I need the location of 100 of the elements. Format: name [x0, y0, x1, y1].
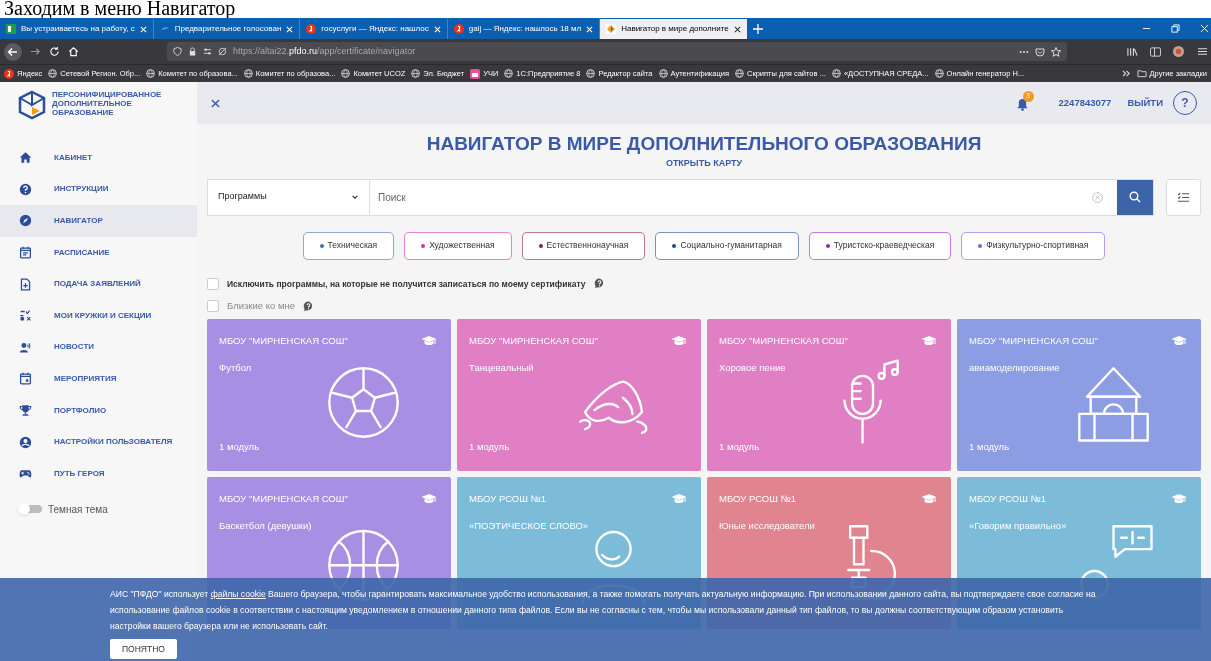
tab-title: Навигатор в мире дополните — [621, 23, 729, 35]
sidebar-item[interactable]: МЕРОПРИЯТИЯ — [0, 363, 197, 395]
logout-link[interactable]: ВЫЙТИ — [1127, 95, 1163, 111]
globe-icon — [658, 69, 668, 78]
program-name: «ПОЭТИЧЕСКОЕ СЛОВО» — [469, 518, 589, 533]
reload-icon[interactable] — [49, 46, 60, 57]
help-icon — [19, 182, 32, 196]
close-icon[interactable] — [211, 98, 220, 108]
restore-icon[interactable] — [1171, 24, 1180, 33]
checkbox[interactable] — [207, 300, 219, 313]
globe-icon — [243, 69, 253, 78]
trophy-icon — [19, 404, 32, 418]
program-name: Баскетбол (девушки) — [219, 518, 312, 533]
sidebar-item[interactable]: КАБИНЕТ — [0, 142, 197, 174]
yandex-icon — [4, 68, 14, 79]
checklist-icon — [1177, 191, 1190, 203]
no-camera-icon — [218, 47, 227, 56]
globe-icon — [735, 69, 744, 78]
sidebar-item[interactable]: РАСПИСАНИЕ — [0, 236, 197, 269]
filter-button[interactable] — [1166, 178, 1201, 216]
program-name: авиамоделирование — [969, 360, 1060, 375]
sidebar-icon[interactable] — [1150, 46, 1161, 57]
close-icon[interactable] — [733, 25, 741, 33]
program-name: Футбол — [219, 360, 252, 375]
search-button[interactable] — [1117, 179, 1153, 215]
help-icon[interactable] — [302, 300, 314, 312]
direction-chip[interactable]: Туристско-краеведческая — [808, 231, 952, 260]
back-icon[interactable] — [4, 42, 22, 61]
forward-icon[interactable] — [30, 46, 41, 57]
folder-icon — [1136, 69, 1147, 78]
graduation-cap-icon[interactable] — [921, 492, 937, 505]
sidebar-item[interactable]: ПОРТФОЛИО — [0, 394, 197, 427]
toggle-label: Темная тема — [48, 502, 108, 517]
calendar-icon — [19, 246, 32, 260]
home-icon[interactable] — [68, 46, 79, 57]
yandex-icon — [453, 24, 464, 34]
graduation-cap-icon[interactable] — [1171, 334, 1187, 347]
account-icon[interactable] — [1173, 46, 1184, 57]
chevrons-icon[interactable] — [1121, 69, 1131, 78]
logo-text: ОБРАЗОВАНИЕ — [52, 108, 115, 117]
library-icon[interactable] — [1127, 46, 1138, 57]
direction-chip[interactable]: Техническая — [302, 231, 395, 260]
search-bar[interactable]: Программы Поиск — [207, 178, 1154, 216]
user-id: 2247843077 — [1058, 95, 1112, 110]
more-icon[interactable] — [1019, 49, 1029, 54]
program-name: Хоровое пение — [719, 360, 786, 375]
filter-label: Исключить программы, на которые не получится записаться по моему сертификату — [227, 277, 586, 291]
direction-chip[interactable]: Физкультурно-спортивная — [961, 231, 1106, 260]
sidebar-item[interactable]: ПОДАЧА ЗАЯВЛЕНИЙ — [0, 268, 197, 300]
user-icon — [19, 435, 32, 449]
direction-chip[interactable]: Социально-гуманитарная — [655, 231, 799, 260]
modules-count: 1 модуль — [719, 440, 760, 455]
address-bar[interactable]: https://altai22.pfdo.ru/app/certificate/navigator — [167, 42, 1067, 61]
organization-name: МБОУ "МИРНЕНСКАЯ СОШ" — [219, 333, 348, 348]
logo-text: ПЕРСОНИФИЦИРОВАННОЕ — [52, 90, 162, 99]
page-title: НАВИГАТОР В МИРЕ ДОПОЛНИТЕЛЬНОГО ОБРАЗОВАНИЯ — [425, 133, 983, 155]
tab-title: Предварительное голосован — [174, 23, 282, 35]
bell-icon[interactable] — [1016, 98, 1028, 111]
sidebar-item[interactable]: МОИ КРУЖКИ И СЕКЦИИ — [0, 299, 197, 332]
tab-title: galj — Яндекс: нашлось 18 мл — [468, 23, 582, 35]
globe-icon — [586, 69, 596, 78]
person-speaking-icon — [19, 340, 32, 354]
map-link[interactable]: ОТКРЫТЬ КАРТУ — [665, 157, 743, 171]
new-tab-icon[interactable] — [752, 24, 763, 34]
theme-toggle[interactable] — [18, 503, 42, 516]
sidebar-item[interactable]: ПУТЬ ГЕРОЯ — [0, 457, 197, 490]
shield-icon — [173, 47, 182, 56]
graduation-cap-icon[interactable] — [671, 334, 687, 347]
help-icon[interactable] — [593, 278, 605, 290]
modules-count: 1 модуль — [219, 440, 260, 455]
direction-chip[interactable]: Естественнонаучная — [521, 231, 646, 260]
organization-name: МБОУ РСОШ №1 — [719, 491, 796, 506]
pocket-icon[interactable] — [1035, 46, 1045, 57]
accept-button[interactable]: ПОНЯТНО — [110, 639, 177, 659]
graduation-cap-icon[interactable] — [921, 334, 937, 347]
graduation-cap-icon[interactable] — [421, 334, 437, 347]
direction-chip[interactable]: Художественная — [404, 231, 512, 260]
menu-icon[interactable] — [1198, 47, 1207, 56]
search-icon — [1129, 191, 1141, 203]
globe-icon — [504, 69, 514, 78]
globe-icon — [934, 69, 944, 78]
sidebar-item[interactable]: ИНСТРУКЦИИ — [0, 173, 197, 206]
site-icon — [606, 24, 617, 34]
sidebar-item[interactable]: НАСТРОЙКИ ПОЛЬЗОВАТЕЛЯ — [0, 426, 197, 458]
graduation-cap-icon[interactable] — [421, 492, 437, 505]
logo-text: ДОПОЛНИТЕЛЬНОЕ — [52, 99, 133, 108]
globe-icon — [831, 69, 841, 78]
sidebar-item[interactable]: НОВОСТИ — [0, 331, 197, 364]
organization-name: МБОУ "МИРНЕНСКАЯ СОШ" — [469, 333, 598, 348]
organization-name: МБОУ "МИРНЕНСКАЯ СОШ" — [219, 491, 348, 506]
cookie-link[interactable]: файлы cookie — [210, 589, 266, 599]
checkbox[interactable] — [207, 277, 219, 290]
organization-name: МБОУ РСОШ №1 — [469, 491, 546, 506]
calendar-icon — [19, 372, 32, 386]
organization-name: МБОУ "МИРНЕНСКАЯ СОШ" — [969, 333, 1098, 348]
star-icon[interactable] — [1051, 46, 1061, 57]
sidebar-item[interactable]: НАВИГАТОР — [0, 205, 197, 237]
globe-icon — [411, 69, 421, 78]
browser-tab[interactable]: Навигатор в мире дополните — [600, 19, 747, 39]
uchi-icon — [470, 68, 481, 79]
